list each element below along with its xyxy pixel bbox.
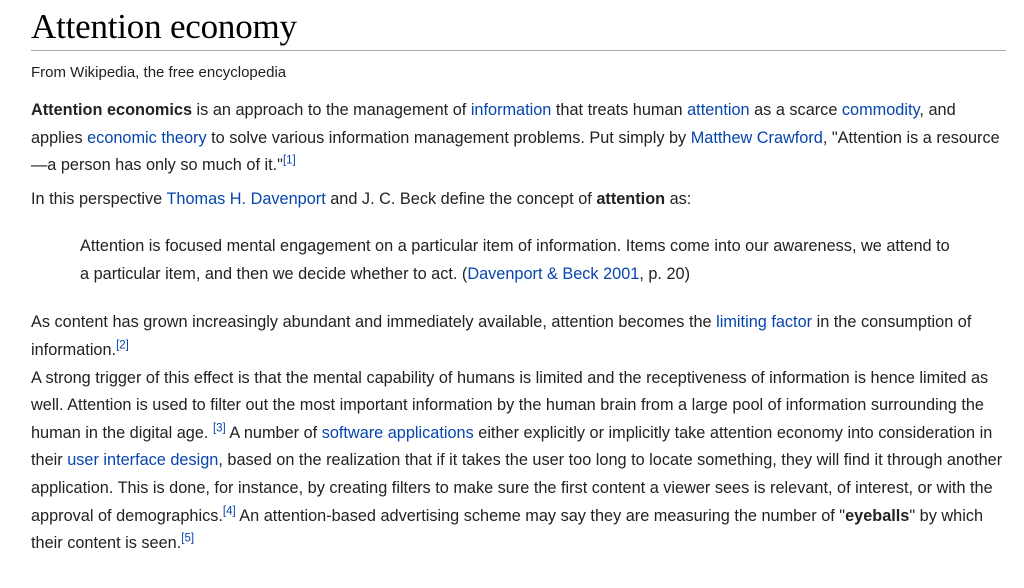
definition-paragraph: In this perspective Thomas H. Davenport …: [31, 186, 1006, 214]
text: to solve various information management …: [206, 128, 691, 147]
reference-3[interactable]: [3]: [213, 422, 226, 435]
link-information[interactable]: information: [471, 101, 552, 119]
intro-paragraph: Attention economics is an approach to th…: [31, 97, 1006, 180]
definition-quote: Attention is focused mental engagement o…: [80, 232, 960, 288]
link-thomas-davenport[interactable]: Thomas H. Davenport: [166, 190, 325, 208]
text: A number of: [225, 423, 322, 442]
text: is an approach to the management of: [192, 101, 471, 119]
link-limiting-factor[interactable]: limiting factor: [716, 313, 812, 331]
text: As content has grown increasingly abunda…: [31, 313, 717, 332]
trigger-paragraph: A strong trigger of this effect is that …: [31, 365, 1006, 558]
site-subtitle: From Wikipedia, the free encyclopedia: [31, 64, 287, 81]
reference-1[interactable]: [1]: [283, 155, 296, 167]
bold-term-attention-economics: Attention economics: [31, 101, 193, 119]
text: as a scarce: [749, 101, 842, 119]
reference-5[interactable]: [5]: [181, 533, 194, 545]
link-davenport-beck-citation[interactable]: Davenport & Beck 2001: [467, 265, 639, 283]
link-commodity[interactable]: commodity: [842, 101, 920, 119]
quote-page-ref: , p. 20): [639, 265, 690, 284]
article-content: Attention economy From Wikipedia, the fr…: [31, 0, 1006, 558]
text: An attention-based advertising scheme ma…: [235, 506, 846, 525]
content-paragraph: As content has grown increasingly abunda…: [31, 309, 1006, 364]
text: and J. C. Beck define the concept of: [325, 189, 597, 208]
link-attention[interactable]: attention: [687, 101, 749, 119]
text: that treats human: [551, 101, 688, 119]
page-title: Attention economy: [31, 0, 1006, 51]
text: In this perspective: [31, 189, 167, 208]
link-matthew-crawford[interactable]: Matthew Crawford: [691, 129, 823, 147]
link-economic-theory[interactable]: economic theory: [87, 129, 206, 147]
bold-term-eyeballs: eyeballs: [845, 506, 910, 525]
reference-2[interactable]: [2]: [116, 340, 129, 352]
bold-term-attention: attention: [596, 189, 666, 208]
reference-4[interactable]: [4]: [223, 505, 236, 517]
link-user-interface-design[interactable]: user interface design: [67, 451, 218, 469]
text: as:: [665, 189, 692, 208]
link-software-applications[interactable]: software applications: [322, 424, 474, 442]
